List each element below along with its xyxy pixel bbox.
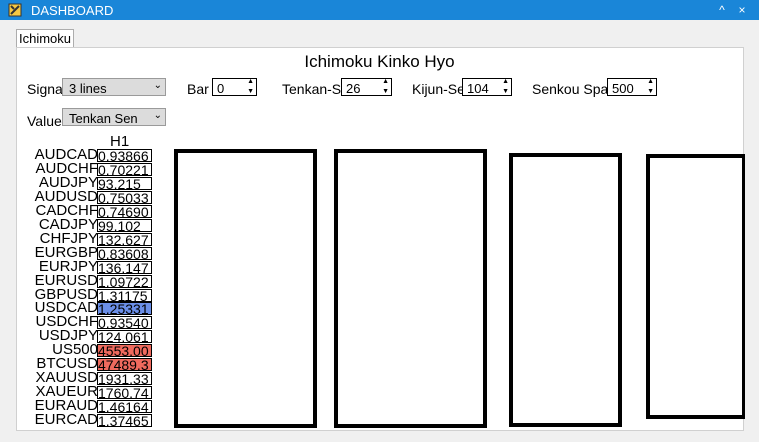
symbol-value-cell: 1.31175	[97, 289, 152, 302]
kijun-value: 104	[467, 81, 489, 96]
chart-panel-2	[334, 149, 487, 428]
kijun-spinner[interactable]: 104 ▲ ▼	[462, 78, 512, 96]
symbol-value-cell: 1931.33	[97, 372, 152, 385]
symbol-value-cell: 0.93540	[97, 316, 152, 329]
tenkan-value: 26	[346, 81, 361, 96]
close-icon[interactable]: ×	[733, 1, 751, 19]
chart-panel-1	[174, 149, 317, 428]
app-icon	[8, 3, 22, 17]
timeframe-header: H1	[110, 133, 130, 150]
symbol-value-cell: 132.627	[97, 233, 152, 246]
symbol-value-cell: 47489.3	[97, 358, 152, 371]
symbol-value-cell: 1.25331	[97, 302, 152, 315]
title-bar[interactable]: DASHBOARD ^ ×	[0, 0, 759, 20]
symbol-value-cell: 0.83608	[97, 247, 152, 260]
chevron-down-icon: ⌄	[153, 80, 162, 91]
symbol-value-cell: 136.147	[97, 261, 152, 274]
signal-dropdown[interactable]: 3 lines ⌄	[62, 78, 166, 96]
minimize-icon[interactable]: ^	[713, 1, 731, 19]
senkou-spinner[interactable]: 500 ▲ ▼	[607, 78, 657, 96]
symbol-label: EURCAD	[34, 411, 98, 428]
symbol-value-cell: 0.70221	[97, 163, 152, 176]
value-selected: Tenkan Sen	[69, 111, 138, 126]
senkou-value: 500	[612, 81, 634, 96]
symbol-value-cell: 0.93866	[97, 149, 152, 162]
symbol-value-cell: 93.215	[97, 177, 152, 190]
tenkan-spinner[interactable]: 26 ▲ ▼	[341, 78, 392, 96]
signal-value: 3 lines	[69, 81, 107, 96]
symbol-value-cell: 124.061	[97, 330, 152, 343]
chevron-down-icon: ⌄	[153, 110, 162, 121]
bar-label: Bar	[187, 81, 209, 97]
symbol-value-cell: 1.46164	[97, 400, 152, 413]
spin-arrows-icon[interactable]: ▲ ▼	[647, 77, 654, 97]
page-title: Ichimoku Kinko Hyo	[304, 52, 455, 71]
tab-ichimoku[interactable]: Ichimoku	[16, 29, 75, 48]
symbol-value-cell: 0.74690	[97, 205, 152, 218]
senkou-label: Senkou Spa	[532, 81, 608, 97]
bar-value: 0	[217, 81, 225, 96]
window-title: DASHBOARD	[31, 3, 114, 18]
symbol-value-cell: 0.75033	[97, 191, 152, 204]
value-dropdown[interactable]: Tenkan Sen ⌄	[62, 108, 166, 126]
symbol-value-cell: 1.37465	[97, 414, 152, 427]
kijun-label: Kijun-Se	[412, 81, 462, 97]
spin-arrows-icon[interactable]: ▲ ▼	[382, 77, 389, 97]
bar-spinner[interactable]: 0 ▲ ▼	[212, 78, 257, 96]
signal-label: Signa	[27, 81, 63, 97]
spin-arrows-icon[interactable]: ▲ ▼	[502, 77, 509, 97]
chart-panel-3	[509, 153, 622, 427]
value-label: Value	[27, 113, 62, 129]
vertical-scrollbar[interactable]	[745, 20, 759, 442]
dashboard-window: DASHBOARD ^ × Ichimoku Ichimoku Kinko Hy…	[0, 0, 759, 442]
symbol-value-cell: 1.09722	[97, 275, 152, 288]
symbol-value-cell: 1760.74	[97, 386, 152, 399]
symbol-value-cell: 99.102	[97, 219, 152, 232]
spin-arrows-icon[interactable]: ▲ ▼	[247, 77, 254, 97]
chart-panel-4	[646, 154, 746, 419]
symbol-value-cell: 4553.00	[97, 344, 152, 357]
tenkan-label: Tenkan-S	[282, 81, 342, 97]
